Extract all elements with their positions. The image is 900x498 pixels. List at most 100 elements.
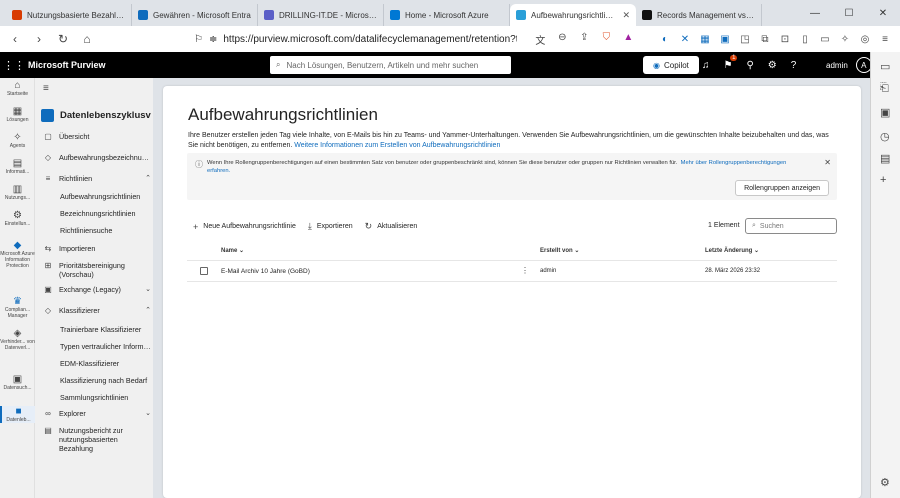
rail-item[interactable]: ⚙ Einstellun...	[0, 210, 35, 227]
rail-item[interactable]: ◆ Microsoft Azure Information Protection	[0, 240, 35, 269]
wallet-side-icon[interactable]: ▣	[880, 106, 890, 119]
rail-item[interactable]: ✧ Agents	[0, 132, 35, 149]
extension-1-icon[interactable]: ◐	[658, 34, 672, 45]
nav-item[interactable]: ▣ Exchange (Legacy) ⌄	[43, 285, 151, 294]
global-search-input[interactable]: ⌕ Nach Lösungen, Benutzern, Artikeln und…	[270, 56, 511, 74]
notifications-icon[interactable]: ⚑ 1	[724, 54, 738, 71]
extension-3-icon[interactable]: ▦	[698, 34, 712, 45]
close-window-icon[interactable]: ✕	[866, 8, 900, 19]
vpn-icon[interactable]: ◎	[858, 34, 872, 45]
rail-item[interactable]: ⌂ Startseite	[0, 80, 35, 97]
maximize-icon[interactable]: ☐	[832, 8, 866, 19]
chevron-icon[interactable]: ⌃	[145, 174, 151, 182]
bell-icon[interactable]: ♫	[702, 60, 710, 71]
nav-subitem[interactable]: Klassifizierung nach Bedarf	[60, 376, 152, 385]
table-search-input[interactable]: ⌕ Suchen	[745, 218, 837, 234]
settings-icon[interactable]: ⚙	[768, 60, 777, 71]
browser-tab[interactable]: DRILLING-IT.DE - Microsoft	[258, 4, 384, 26]
chevron-icon[interactable]: ⌃	[145, 306, 151, 314]
learn-more-link[interactable]: Weitere Informationen zum Erstellen von …	[292, 142, 500, 149]
nav-subitem[interactable]: EDM-Klassifizierer	[60, 359, 152, 368]
minimize-icon[interactable]: —	[798, 8, 832, 19]
brand-title[interactable]: Microsoft Purview	[28, 60, 106, 70]
nav-item[interactable]: ◇ Aufbewahrungsbezeichnungen	[43, 153, 151, 162]
add-panel-icon[interactable]: +	[880, 174, 886, 186]
nav-item[interactable]: ◇ Klassifizierer ⌃	[43, 306, 151, 315]
extension-7-icon[interactable]: ⊡	[778, 34, 792, 45]
sidebar-toggle-icon[interactable]: ▯	[798, 34, 812, 45]
nav-subitem[interactable]: Richtliniensuche	[60, 226, 152, 235]
rail-item[interactable]: ◈ Verhinder... von Datenverl...	[0, 328, 35, 351]
nav-subitem[interactable]: Aufbewahrungsrichtlinien	[60, 192, 152, 201]
browser-tab[interactable]: Gewähren - Microsoft Entra	[132, 4, 258, 26]
link-icon[interactable]: ⚲	[746, 60, 753, 71]
extension-2-icon[interactable]: ✕	[678, 34, 692, 45]
nav-subitem[interactable]: Bezeichnungsrichtlinien	[60, 209, 152, 218]
reload-icon[interactable]: ↻	[56, 32, 70, 46]
menu-icon[interactable]: ≡	[878, 34, 892, 45]
close-icon[interactable]: ✕	[824, 158, 831, 167]
nav-subitem[interactable]: Sammlungsrichtlinien	[60, 393, 152, 402]
search-icon: ▣	[12, 374, 23, 385]
row-checkbox[interactable]	[200, 267, 208, 275]
nav-item[interactable]: ∞ Explorer ⌄	[43, 409, 151, 418]
zoom-icon[interactable]: ⊖	[555, 32, 569, 47]
extension-5-icon[interactable]: ◳	[738, 34, 752, 45]
nav-item[interactable]: ▢ Übersicht	[43, 132, 151, 141]
back-icon[interactable]: ‹	[8, 32, 22, 46]
browser-tab[interactable]: Records Management vs. D	[636, 4, 762, 26]
show-role-groups-button[interactable]: Rollengruppen anzeigen	[735, 180, 829, 196]
column-created-by[interactable]: Erstellt von ⌄	[540, 247, 579, 254]
bookmarks-icon[interactable]: ⎗	[880, 82, 889, 95]
nav-subitem[interactable]: Trainierbare Klassifizierer	[60, 325, 152, 334]
column-name[interactable]: Name ⌄	[221, 247, 244, 254]
hamburger-icon[interactable]: ≡	[43, 83, 49, 94]
refresh-button[interactable]: ↻ Aktualisieren	[365, 221, 418, 232]
forward-icon[interactable]: ›	[32, 32, 46, 46]
more-options-icon[interactable]: ⋮	[521, 266, 529, 275]
site-info-icon[interactable]: ≑	[209, 34, 217, 45]
policy-name[interactable]: E-Mail Archiv 10 Jahre (GoBD)	[221, 268, 310, 275]
brave-shield-icon[interactable]: ⛉	[599, 32, 613, 47]
new-policy-button[interactable]: + Neue Aufbewahrungsrichtlinie	[193, 222, 296, 232]
extension-6-icon[interactable]: ⧉	[758, 34, 772, 45]
rail-item[interactable]: ▥ Nutzungs...	[0, 184, 35, 201]
app-launcher-icon[interactable]: ⋮⋮	[0, 59, 28, 72]
url-text[interactable]: https://purview.microsoft.com/datalifecy…	[223, 34, 517, 45]
nav-subitem[interactable]: Typen vertraulicher Informationen	[60, 342, 152, 351]
translate-icon[interactable]: 文	[533, 32, 547, 47]
sidebar-settings-icon[interactable]: ⚙	[880, 476, 890, 489]
bookmark-icon[interactable]: ⚐	[194, 34, 203, 45]
tab-close-icon[interactable]: ✕	[622, 10, 630, 21]
reading-list-icon[interactable]: ▭	[880, 60, 890, 73]
extension-4-icon[interactable]: ▣	[718, 34, 732, 45]
chevron-icon[interactable]: ⌄	[145, 285, 151, 293]
wallet-icon[interactable]: ▭	[818, 34, 832, 45]
rail-item[interactable]: ▣ Datensuch...	[0, 374, 35, 391]
url-field[interactable]: ⚐ ≑ https://purview.microsoft.com/datali…	[194, 34, 517, 45]
rail-item[interactable]: ▦ Lösungen	[0, 106, 35, 123]
ai-icon[interactable]: ✧	[838, 34, 852, 45]
browser-tab[interactable]: Home - Microsoft Azure	[384, 4, 510, 26]
help-icon[interactable]: ?	[791, 60, 797, 71]
user-menu[interactable]: admin A	[826, 52, 872, 78]
rail-item[interactable]: ■ Datenleb...	[0, 406, 35, 423]
share-icon[interactable]: ⇪	[577, 32, 591, 47]
nav-item[interactable]: ▤ Nutzungsbericht zur nutzungsbasierten B…	[43, 426, 151, 453]
nav-item[interactable]: ⇆ Importieren	[43, 244, 151, 253]
copilot-button[interactable]: ◉ Copilot	[643, 56, 699, 74]
export-button[interactable]: ⤓ Exportieren	[308, 221, 353, 232]
home-icon[interactable]: ⌂	[80, 32, 94, 46]
chevron-icon[interactable]: ⌄	[145, 409, 151, 417]
history-icon[interactable]: ◷	[880, 130, 890, 143]
save-icon[interactable]: ▤	[880, 152, 890, 165]
rail-item[interactable]: ♛ Complian... Manager	[0, 296, 35, 319]
rail-item[interactable]: ▤ Informati...	[0, 158, 35, 175]
browser-tab[interactable]: Aufbewahrungsrichtlinien ✕	[510, 4, 636, 26]
browser-tab[interactable]: Nutzungsbasierte Bezahlung	[6, 4, 132, 26]
column-last-modified[interactable]: Letzte Änderung ⌄	[705, 247, 759, 254]
nav-item[interactable]: ⊞ Prioritätsbereinigung (Vorschau)	[43, 261, 151, 279]
table-row[interactable]: E-Mail Archiv 10 Jahre (GoBD) ⋮ admin 28…	[187, 261, 837, 282]
rewards-icon[interactable]: ▲	[621, 32, 635, 47]
nav-item[interactable]: ≡ Richtlinien ⌃	[43, 174, 151, 183]
